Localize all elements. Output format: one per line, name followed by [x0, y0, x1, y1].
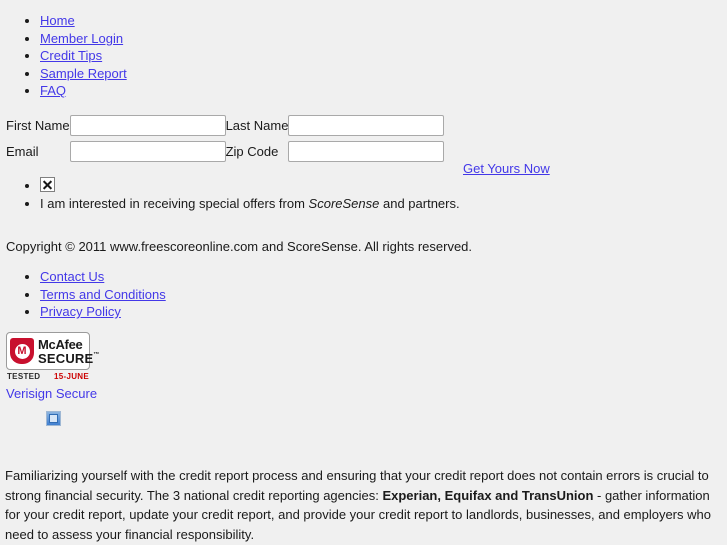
trust-badges: M McAfee SECURE™ TESTED 15-JUNE: [6, 332, 99, 381]
zip-code-label: Zip Code: [225, 143, 279, 159]
tested-label: TESTED: [7, 372, 41, 381]
list-item: I am interested in receiving special off…: [40, 195, 460, 213]
mcafee-wordmark: McAfee: [38, 336, 83, 352]
list-item: [40, 177, 460, 195]
footer-link-privacy-policy[interactable]: Privacy Policy: [40, 304, 121, 319]
mcafee-secure-badge[interactable]: M McAfee SECURE™: [6, 332, 99, 370]
nav-link-member-login[interactable]: Member Login: [40, 31, 123, 46]
mcafee-shield-letter: M: [14, 343, 30, 359]
mcafee-secure-word: SECURE™: [38, 352, 100, 365]
zip-code-input[interactable]: [288, 140, 445, 162]
offers-text-after: and partners.: [379, 195, 460, 211]
verisign-secure-link[interactable]: Verisign Secure: [6, 386, 97, 401]
first-name-label: First Name: [6, 117, 70, 133]
footer-navigation: Contact Us Terms and Conditions Privacy …: [0, 268, 166, 321]
mcafee-secure-label: SECURE: [38, 350, 94, 366]
offers-brand-name: ScoreSense: [308, 195, 380, 211]
form-row-email-zip: Email Zip Code: [6, 138, 445, 164]
nav-link-sample-report[interactable]: Sample Report: [40, 66, 127, 81]
informational-paragraph: Familiarizing yourself with the credit r…: [5, 466, 723, 544]
verisign-secure-row: Verisign Secure: [6, 386, 97, 401]
last-name-label: Last Name: [225, 117, 289, 133]
last-name-cell: [288, 112, 445, 138]
mcafee-shield-icon: M: [10, 338, 34, 364]
list-item: Terms and Conditions: [40, 286, 166, 304]
zip-code-cell: [288, 138, 445, 164]
mcafee-badge-text: McAfee SECURE™: [38, 338, 100, 365]
first-name-cell: [69, 112, 226, 138]
top-nav-list: Home Member Login Credit Tips Sample Rep…: [0, 12, 127, 100]
list-item: Contact Us: [40, 268, 166, 286]
form-row-names: First Name Last Name: [6, 112, 445, 138]
offers-text-before: I am interested in receiving special off…: [40, 195, 309, 211]
list-item: Sample Report: [40, 65, 127, 83]
broken-image-icon[interactable]: [40, 177, 55, 192]
footer-link-terms-and-conditions[interactable]: Terms and Conditions: [40, 287, 166, 302]
list-item: Member Login: [40, 30, 127, 48]
top-navigation: Home Member Login Credit Tips Sample Rep…: [0, 12, 127, 100]
first-name-input[interactable]: [69, 114, 226, 136]
list-item: Home: [40, 12, 127, 30]
email-input[interactable]: [69, 140, 226, 162]
email-cell: [69, 138, 226, 164]
credit-agencies-names: Experian, Equifax and TransUnion: [382, 487, 594, 503]
broken-image-icon-small[interactable]: [46, 411, 61, 426]
nav-link-credit-tips[interactable]: Credit Tips: [40, 48, 102, 63]
list-item: FAQ: [40, 82, 127, 100]
nav-link-home[interactable]: Home: [40, 13, 75, 28]
trademark-symbol: ™: [93, 351, 100, 358]
copyright-text: Copyright © 2011 www.freescoreonline.com…: [6, 239, 473, 254]
offers-list: I am interested in receiving special off…: [0, 177, 460, 212]
list-item: Privacy Policy: [40, 303, 166, 321]
footer-link-contact-us[interactable]: Contact Us: [40, 269, 104, 284]
nav-link-faq[interactable]: FAQ: [40, 83, 66, 98]
last-name-input[interactable]: [288, 114, 445, 136]
get-yours-now-button[interactable]: Get Yours Now: [463, 161, 550, 176]
email-label: Email: [6, 143, 39, 159]
list-item: Credit Tips: [40, 47, 127, 65]
mcafee-tested-row: TESTED 15-JUNE: [6, 372, 90, 381]
broken-image-icon-inner: [49, 414, 58, 423]
tested-date: 15-JUNE: [53, 372, 89, 381]
form-table: First Name Last Name Email Zip Code: [6, 112, 445, 164]
signup-form: First Name Last Name Email Zip Code: [0, 112, 727, 164]
submit-row: Get Yours Now: [463, 161, 550, 176]
offers-optin-block: I am interested in receiving special off…: [0, 177, 460, 212]
footer-nav-list: Contact Us Terms and Conditions Privacy …: [0, 268, 166, 321]
